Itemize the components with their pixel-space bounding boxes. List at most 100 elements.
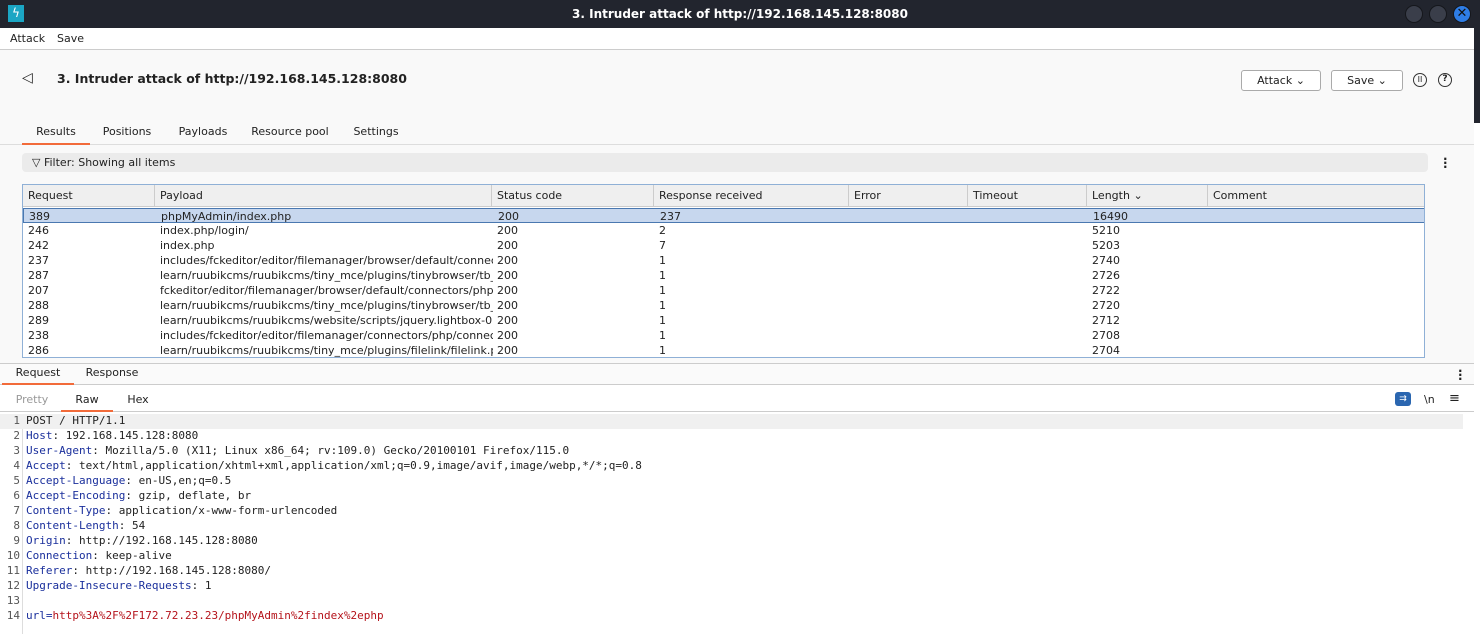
line-number: 11 xyxy=(6,564,20,577)
table-cell: 289 xyxy=(28,314,49,327)
column-header[interactable]: Request xyxy=(23,185,155,207)
tab-hex[interactable]: Hex xyxy=(118,393,158,412)
header-value: keep-alive xyxy=(98,549,172,562)
line-number: 1 xyxy=(13,414,20,427)
table-row[interactable]: 238 includes/fckeditor/editor/filemanager… xyxy=(23,328,1424,343)
table-row[interactable]: 287 learn/ruubikcms/ruubikcms/tiny_mce/pl… xyxy=(23,268,1424,283)
filter-label: Filter: Showing all items xyxy=(43,156,176,169)
table-cell: 5210 xyxy=(1092,224,1120,237)
tab-raw[interactable]: Raw xyxy=(61,393,113,412)
table-cell: 7 xyxy=(659,239,666,252)
table-row[interactable]: 246 index.php/login/200 2 5210 xyxy=(23,223,1424,238)
header-name: Accept-Encoding xyxy=(26,489,126,502)
header-value: gzip, deflate, br xyxy=(131,489,252,502)
table-cell: 2726 xyxy=(1092,269,1120,282)
request-line: 6 Accept-Encoding: gzip, deflate, br xyxy=(0,489,1474,504)
maximize-button[interactable] xyxy=(1429,5,1447,23)
tab-results[interactable]: Results xyxy=(22,123,90,145)
table-cell: 200 xyxy=(497,269,518,282)
table-row[interactable]: 289 learn/ruubikcms/ruubikcms/website/scr… xyxy=(23,313,1424,328)
table-row[interactable]: 389 phpMyAdmin/index.php 200 237 16490 xyxy=(23,208,1424,223)
message-options-icon[interactable]: · · · xyxy=(1458,365,1463,385)
header-value: en-US,en;q=0.5 xyxy=(131,474,232,487)
table-cell: 1 xyxy=(659,344,666,357)
request-line: 4 Accept: text/html,application/xhtml+xml… xyxy=(0,459,1474,474)
request-editor[interactable]: 1 POST / HTTP/1.1 2 Host: 192.168.145.128:8… xyxy=(0,414,1474,624)
tab-payloads[interactable]: Payloads xyxy=(172,123,234,145)
attack-header: ◁ 3. Intruder attack of http://192.168.1… xyxy=(0,50,1474,145)
editor-menu-icon[interactable]: ≡ xyxy=(1449,391,1460,406)
request-line: 12 Upgrade-Insecure-Requests: 1 xyxy=(0,579,1474,594)
table-row[interactable]: 288 learn/ruubikcms/ruubikcms/tiny_mce/pl… xyxy=(23,298,1424,313)
column-header[interactable]: Response received xyxy=(654,185,849,207)
table-cell: 200 xyxy=(497,344,518,357)
line-number: 5 xyxy=(13,474,20,487)
window-edge xyxy=(1474,28,1480,123)
table-cell: phpMyAdmin/index.php xyxy=(161,210,292,223)
param-value: http%3A%2F%2F172.72.23.23/phpMyAdmin%2fi… xyxy=(52,609,384,622)
column-header[interactable]: Payload xyxy=(155,185,492,207)
results-panel: ▽ Filter: Showing all items · · · Request P… xyxy=(0,145,1474,363)
column-header[interactable]: Timeout xyxy=(968,185,1087,207)
line-number: 13 xyxy=(6,594,20,607)
table-cell: 238 xyxy=(28,329,49,342)
tab-resource-pool[interactable]: Resource pool xyxy=(248,123,332,145)
table-row[interactable]: 242 index.php 200 7 5203 xyxy=(23,238,1424,253)
filter-bar[interactable]: ▽ Filter: Showing all items xyxy=(22,153,1428,172)
header-value: 192.168.145.128:8080 xyxy=(59,429,199,442)
table-cell: 242 xyxy=(28,239,49,252)
param-name: url xyxy=(26,609,46,622)
line-number: 7 xyxy=(13,504,20,517)
header-name: Connection xyxy=(26,549,93,562)
table-cell: 1 xyxy=(659,314,666,327)
menu-save[interactable]: Save xyxy=(57,32,84,45)
table-cell: 2 xyxy=(659,224,666,237)
tab-positions[interactable]: Positions xyxy=(96,123,158,145)
tab-pretty[interactable]: Pretty xyxy=(10,393,54,412)
header-name: Accept xyxy=(26,459,66,472)
line-number: 8 xyxy=(13,519,20,532)
more-options-icon[interactable]: · · · xyxy=(1443,153,1448,173)
header-name: Referer xyxy=(26,564,73,577)
line-number: 10 xyxy=(6,549,20,562)
header-value: http://192.168.145.128:8080/ xyxy=(78,564,272,577)
menu-attack[interactable]: Attack xyxy=(10,32,45,45)
header-name: Accept-Language xyxy=(26,474,126,487)
column-header[interactable]: Comment xyxy=(1208,185,1424,207)
request-line: 5 Accept-Language: en-US,en;q=0.5 xyxy=(0,474,1474,489)
header-name: User-Agent xyxy=(26,444,93,457)
header-name: Upgrade-Insecure-Requests xyxy=(26,579,192,592)
table-row[interactable]: 286 learn/ruubikcms/ruubikcms/tiny_mce/pl… xyxy=(23,343,1424,357)
line-number: 14 xyxy=(6,609,20,622)
column-header[interactable]: Error xyxy=(849,185,968,207)
table-cell: 246 xyxy=(28,224,49,237)
tab-request[interactable]: Request xyxy=(2,364,74,385)
tab-settings[interactable]: Settings xyxy=(346,123,406,145)
table-cell: 286 xyxy=(28,344,49,357)
table-cell: 1 xyxy=(659,329,666,342)
table-cell: 2740 xyxy=(1092,254,1120,267)
tab-response[interactable]: Response xyxy=(80,364,144,386)
show-newlines-button[interactable]: \n xyxy=(1424,393,1435,406)
minimize-button[interactable] xyxy=(1405,5,1423,23)
table-cell: 200 xyxy=(497,299,518,312)
table-row[interactable]: 237 includes/fckeditor/editor/filemanager… xyxy=(23,253,1424,268)
table-cell: 287 xyxy=(28,269,49,282)
table-cell: 5203 xyxy=(1092,239,1120,252)
column-header[interactable]: Length ⌄ xyxy=(1087,185,1208,207)
close-button[interactable]: ✕ xyxy=(1453,5,1471,23)
table-cell: 2708 xyxy=(1092,329,1120,342)
column-header[interactable]: Status code xyxy=(492,185,654,207)
table-row[interactable]: 207 fckeditor/editor/filemanager/browser/… xyxy=(23,283,1424,298)
save-button[interactable]: Save ⌄ xyxy=(1331,70,1403,91)
header-value: Mozilla/5.0 (X11; Linux x86_64; rv:109.0… xyxy=(98,444,570,457)
table-header: Request Payload Status code Response receiv… xyxy=(23,185,1424,207)
table-cell: 288 xyxy=(28,299,49,312)
attack-button[interactable]: Attack ⌄ xyxy=(1241,70,1321,91)
table-cell: 200 xyxy=(498,210,519,223)
table-cell: includes/fckeditor/editor/filemanager/br… xyxy=(160,254,493,267)
table-cell: 2704 xyxy=(1092,344,1120,357)
pause-icon[interactable]: II xyxy=(1413,73,1427,87)
help-icon[interactable]: ? xyxy=(1438,73,1452,87)
wrap-lines-icon[interactable]: ⇉ xyxy=(1395,392,1411,406)
